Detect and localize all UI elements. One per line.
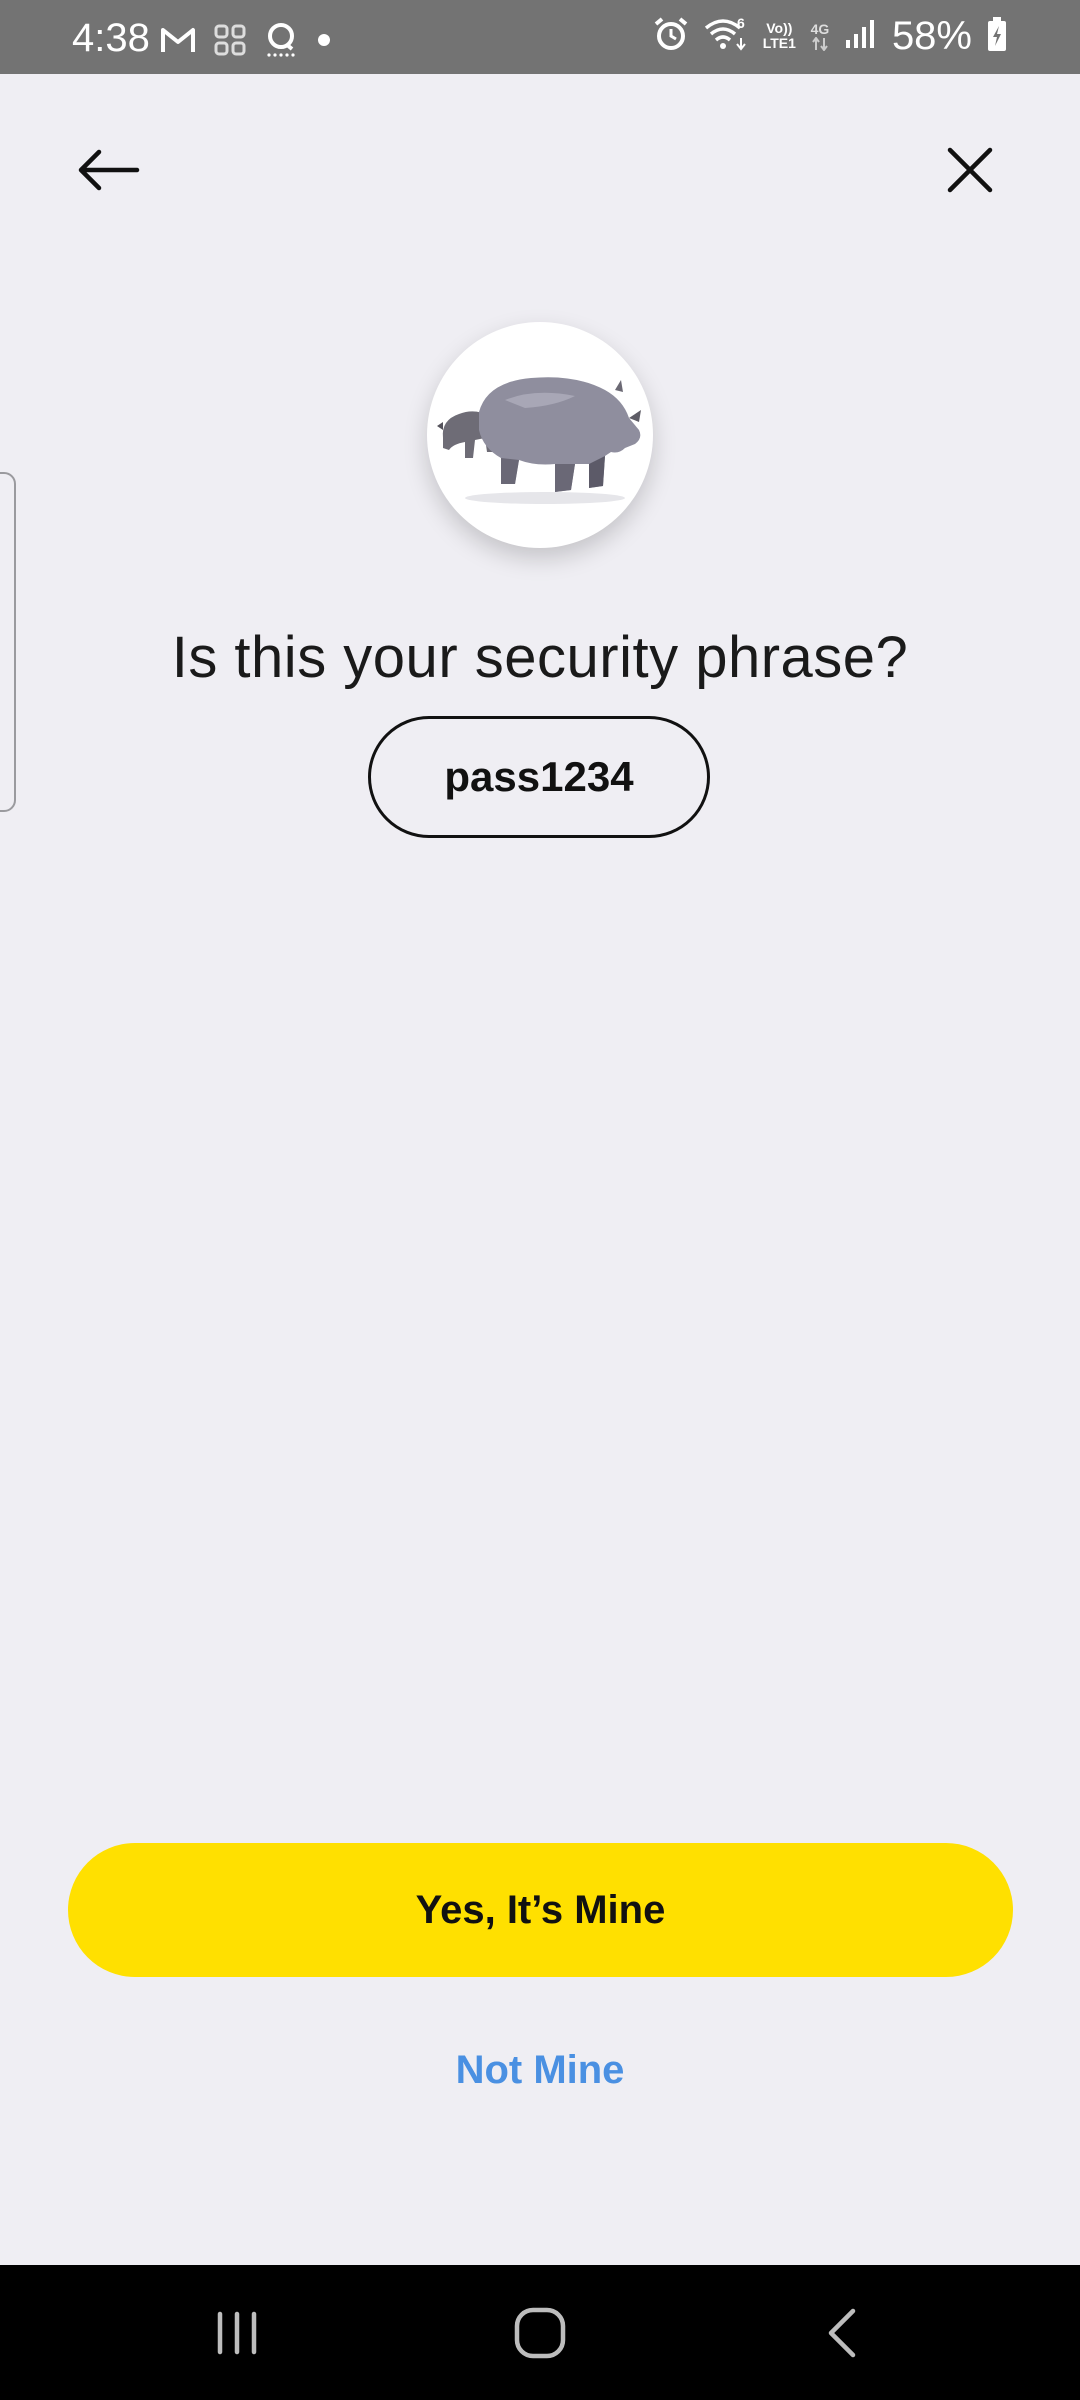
system-back-button[interactable]	[763, 2265, 923, 2400]
security-image-avatar	[427, 322, 653, 548]
gmail-icon	[160, 25, 196, 60]
status-right-icons: 6 Vo)) LTE1 4G 58%	[653, 14, 1008, 58]
network-4g-icon: 4G	[810, 20, 830, 51]
wifi-badge: 6	[736, 14, 745, 31]
status-left-icons	[160, 22, 332, 63]
status-bar: 4:38 6 Vo)) LTE1 4G 58%	[0, 0, 1080, 74]
rhinoceros-image	[437, 377, 641, 504]
volte-icon: Vo)) LTE1	[763, 21, 796, 51]
security-phrase-screen: 4:38 6 Vo)) LTE1 4G 58% Is this your sec…	[0, 0, 1080, 2400]
home-icon	[514, 2307, 566, 2358]
confirm-yes-button[interactable]: Yes, It’s Mine	[68, 1843, 1013, 1977]
not-mine-link[interactable]: Not Mine	[340, 2030, 740, 2110]
page-title: Is this your security phrase?	[171, 625, 909, 690]
system-nav-bar	[0, 2265, 1080, 2400]
alarm-icon	[653, 16, 689, 57]
security-phrase-badge: pass1234	[368, 716, 710, 838]
recents-icon	[217, 2311, 257, 2354]
status-time: 4:38	[72, 16, 150, 60]
arrow-left-icon	[78, 149, 140, 191]
back-chevron-icon	[828, 2308, 856, 2357]
app-grid-icon	[214, 24, 246, 61]
network-label: 4G	[810, 20, 830, 37]
back-button[interactable]	[68, 130, 148, 210]
close-button[interactable]	[930, 130, 1010, 210]
battery-charging-icon	[986, 16, 1008, 57]
signal-icon	[844, 18, 878, 55]
notification-dot-icon	[316, 32, 332, 53]
chat-icon	[264, 22, 298, 63]
volte-label-bottom: LTE1	[762, 35, 796, 51]
wifi-icon: 6	[703, 14, 749, 57]
volte-label-top: Vo))	[766, 20, 793, 36]
home-button[interactable]	[460, 2265, 620, 2400]
battery-percent: 58%	[891, 14, 972, 58]
close-icon	[947, 147, 993, 193]
recents-button[interactable]	[157, 2265, 317, 2400]
